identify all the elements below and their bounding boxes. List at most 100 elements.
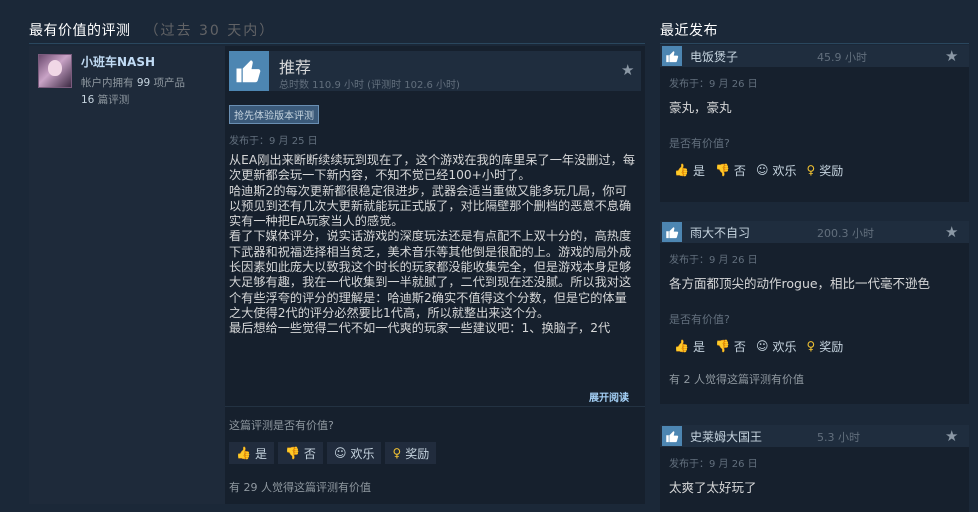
award-icon: ♀ [806, 339, 816, 353]
vote-no-label: 否 [733, 339, 746, 354]
most-helpful-label: 最有价值的评测 [29, 23, 131, 39]
review-text: 各方面都顶尖的动作rogue，相比一代毫不逊色 [669, 276, 931, 291]
recent-review-header[interactable]: 史莱姆大国王 5.3 小时 ★ [660, 425, 969, 447]
reviewer-hours: 200.3 小时 [817, 227, 874, 240]
helpful-question: 是否有价值? [669, 137, 730, 150]
reviews-suffix: 篇评测 [94, 94, 130, 106]
vote-yes-button[interactable]: 👍 是 [669, 335, 710, 357]
vote-yes-button[interactable]: 👍 是 [669, 159, 710, 181]
vote-buttons: 👍 是 👎 否 ☺ 欢乐 ♀ 奖励 [229, 442, 437, 464]
vote-funny-label: 欢乐 [772, 163, 797, 178]
vote-funny-button[interactable]: ☺ 欢乐 [326, 442, 382, 464]
recent-review-card: 史莱姆大国王 5.3 小时 ★ 发布于：9 月 26 日 太爽了太好玩了 [660, 425, 969, 512]
star-icon[interactable]: ★ [945, 427, 958, 445]
vote-no-button[interactable]: 👎 否 [277, 442, 323, 464]
posted-date: 发布于：9 月 26 日 [669, 255, 758, 266]
review-paragraph: 从EA刚出来断断续续玩到现在了，这个游戏在我的库里呆了一年没删过，每次更新都会玩… [229, 153, 636, 183]
thumbs-down-icon: 👎 [714, 339, 730, 353]
hours-played: 总时数 110.9 小时 (评测时 102.6 小时) [279, 80, 460, 91]
helpful-count: 有 2 人觉得这篇评测有价值 [669, 373, 804, 386]
thumbs-up-icon: 👍 [236, 446, 251, 460]
review-text: 豪丸，豪丸 [669, 100, 732, 115]
vote-no-label: 否 [733, 163, 746, 178]
vote-yes-label: 是 [254, 446, 267, 461]
owned-prefix: 帐户内拥有 [81, 77, 137, 89]
vote-funny-label: 欢乐 [772, 339, 797, 354]
reviewer-name[interactable]: 雨大不自习 [690, 224, 750, 241]
vote-no-button[interactable]: 👎 否 [710, 159, 751, 181]
review-paragraph: 最后想给一些觉得二代不如一代爽的玩家一些建议吧：1、换脑子，2代 [229, 321, 611, 336]
early-access-badge: 抢先体验版本评测 [229, 105, 319, 124]
recent-review-header[interactable]: 雨大不自习 200.3 小时 ★ [660, 221, 969, 243]
vote-yes-label: 是 [692, 163, 705, 178]
posted-date: 发布于：9 月 25 日 [229, 136, 318, 147]
helpful-count: 有 29 人觉得这篇评测有价值 [229, 481, 371, 494]
thumbs-down-icon: 👎 [284, 446, 300, 460]
owned-count: 99 [136, 77, 151, 89]
recent-review-header[interactable]: 电饭煲子 45.9 小时 ★ [660, 45, 969, 67]
review-card: 小班车NASH 帐户内拥有 99 项产品 16 篇评测 推荐 总时数 110.9… [29, 46, 645, 504]
smile-icon: ☺ [755, 163, 769, 177]
award-label: 奖励 [819, 163, 844, 178]
review-paragraph: 哈迪斯2的每次更新都很稳定很进步，武器会适当重做又能多玩几局，你可以预见到还有几… [229, 183, 632, 229]
award-button[interactable]: ♀ 奖励 [801, 335, 848, 357]
reviewer-hours: 5.3 小时 [817, 431, 860, 444]
star-icon[interactable]: ★ [945, 223, 958, 241]
products-owned[interactable]: 帐户内拥有 99 项产品 [81, 75, 185, 90]
most-helpful-title: 最有价值的评测 （过去 30 天内） [29, 20, 275, 40]
thumbs-down-icon: 👎 [714, 163, 730, 177]
smile-icon: ☺ [333, 446, 347, 460]
reviewer-name[interactable]: 电饭煲子 [690, 48, 738, 65]
left-header-divider [29, 43, 645, 44]
expand-review-link[interactable]: 展开阅读 [589, 389, 629, 404]
thumbs-up-icon [662, 426, 682, 446]
author-panel: 小班车NASH 帐户内拥有 99 项产品 16 篇评测 [29, 46, 225, 504]
posted-date: 发布于：9 月 26 日 [669, 459, 758, 470]
award-button[interactable]: ♀ 奖励 [801, 159, 848, 181]
vote-no-label: 否 [303, 446, 316, 461]
review-paragraph: 看了下媒体评分，说实话游戏的深度玩法还是有点配不上双十分的，高热度下武器和祝福选… [229, 229, 632, 320]
thumbs-up-icon [229, 51, 269, 91]
helpful-question: 这篇评测是否有价值? [229, 419, 334, 432]
star-icon[interactable]: ★ [621, 61, 634, 79]
award-icon: ♀ [392, 446, 402, 460]
reviews-number: 16 [81, 94, 95, 106]
award-icon: ♀ [806, 163, 816, 177]
recent-review-card: 电饭煲子 45.9 小时 ★ 发布于：9 月 26 日 豪丸，豪丸 是否有价值?… [660, 45, 969, 202]
author-name[interactable]: 小班车NASH [81, 53, 155, 70]
vote-buttons: 👍 是 👎 否 ☺ 欢乐 ♀ 奖励 [669, 335, 848, 357]
award-label: 奖励 [819, 339, 844, 354]
vote-no-button[interactable]: 👎 否 [710, 335, 751, 357]
thumbs-up-icon [662, 222, 682, 242]
recent-review-card: 雨大不自习 200.3 小时 ★ 发布于：9 月 26 日 各方面都顶尖的动作r… [660, 221, 969, 404]
vote-yes-label: 是 [692, 339, 705, 354]
vote-funny-button[interactable]: ☺ 欢乐 [751, 335, 802, 357]
vote-funny-button[interactable]: ☺ 欢乐 [751, 159, 802, 181]
period-label: （过去 30 天内） [144, 23, 276, 39]
reviewer-hours: 45.9 小时 [817, 51, 867, 64]
recommendation-label: 推荐 [279, 58, 312, 77]
smile-icon: ☺ [755, 339, 769, 353]
thumbs-up-icon: 👍 [674, 339, 689, 353]
star-icon[interactable]: ★ [945, 47, 958, 65]
recent-title: 最近发布 [660, 23, 718, 39]
owned-suffix: 项产品 [150, 77, 186, 89]
vote-funny-label: 欢乐 [350, 446, 375, 461]
award-label: 奖励 [405, 446, 430, 461]
award-button[interactable]: ♀ 奖励 [385, 442, 437, 464]
avatar[interactable] [38, 54, 72, 88]
vote-buttons: 👍 是 👎 否 ☺ 欢乐 ♀ 奖励 [669, 159, 848, 181]
text-fade [229, 346, 641, 376]
right-header-divider [660, 43, 969, 44]
review-body: 从EA刚出来断断续续玩到现在了，这个游戏在我的库里呆了一年没删过，每次更新都会玩… [229, 153, 637, 375]
vote-yes-button[interactable]: 👍 是 [229, 442, 274, 464]
reviewer-name[interactable]: 史莱姆大国王 [690, 428, 762, 445]
reviews-count[interactable]: 16 篇评测 [81, 92, 129, 107]
thumbs-up-icon: 👍 [674, 163, 689, 177]
posted-date: 发布于：9 月 26 日 [669, 79, 758, 90]
helpful-question: 是否有价值? [669, 313, 730, 326]
review-divider [225, 406, 645, 407]
recommendation-bar[interactable]: 推荐 总时数 110.9 小时 (评测时 102.6 小时) ★ [229, 51, 641, 91]
review-text: 太爽了太好玩了 [669, 480, 757, 495]
thumbs-up-icon [662, 46, 682, 66]
